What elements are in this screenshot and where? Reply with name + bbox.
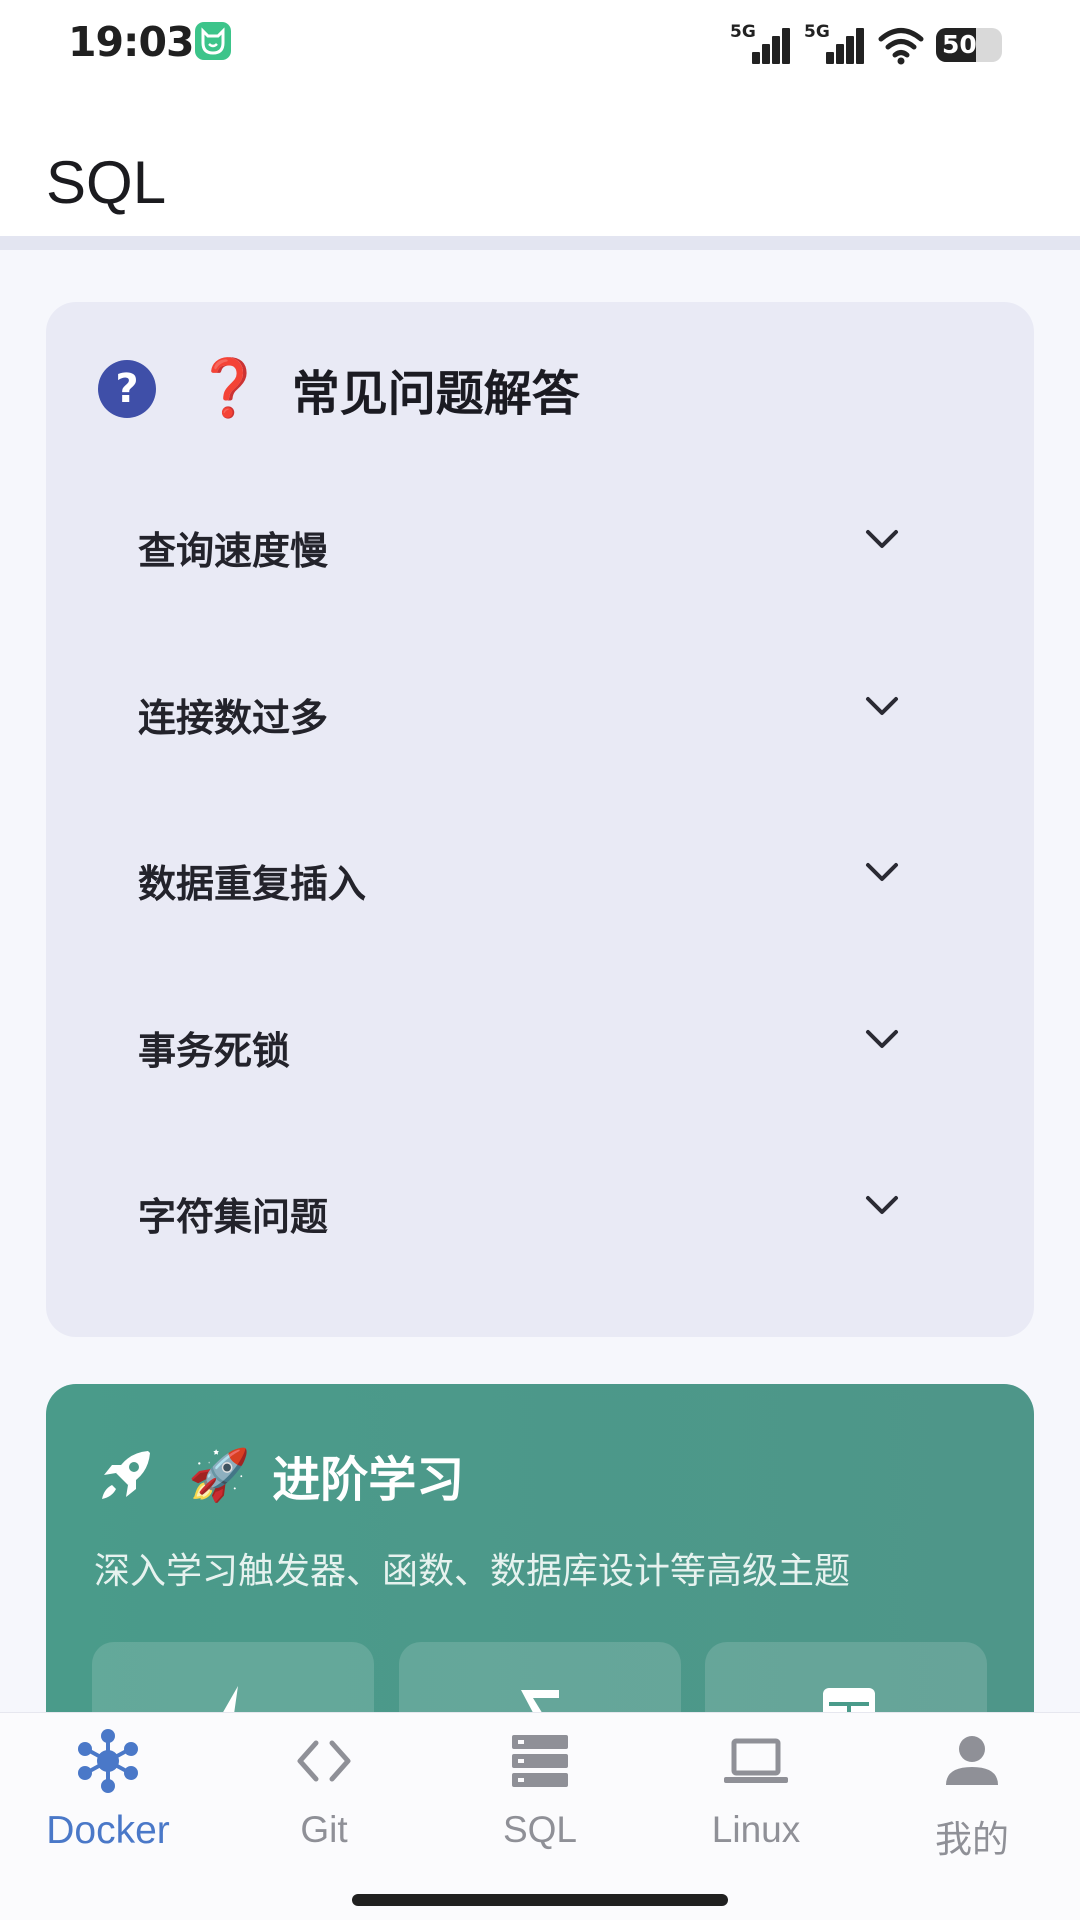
faq-item-label: 连接数过多	[138, 696, 329, 740]
battery-icon: 50	[936, 28, 1002, 62]
faq-item-label: 事务死锁	[138, 1029, 291, 1073]
signal-label: 5G	[730, 22, 756, 42]
advanced-title: 进阶学习	[272, 1452, 465, 1508]
faq-item-slow-query[interactable]: 查询速度慢	[46, 460, 1034, 626]
faq-item-deadlock[interactable]: 事务死锁	[46, 960, 1034, 1126]
signal-icon: 5G	[730, 22, 792, 66]
rocket-emoji: 🚀	[188, 1446, 251, 1504]
faq-item-charset[interactable]: 字符集问题	[46, 1126, 1034, 1292]
faq-item-label: 数据重复插入	[138, 862, 367, 906]
nav-label: Git	[300, 1809, 348, 1850]
nav-label: SQL	[502, 1809, 578, 1850]
faq-card: ? ❓ 常见问题解答 查询速度慢 连接数过多 数据重复插入 事务死锁 字符集问题	[46, 302, 1034, 1337]
faq-item-too-many-connections[interactable]: 连接数过多	[46, 627, 1034, 793]
faq-item-duplicate-insert[interactable]: 数据重复插入	[46, 793, 1034, 959]
signal-icon: 5G	[804, 22, 866, 66]
advanced-header: 🚀 进阶学习	[96, 1440, 464, 1510]
nav-label: 我的	[935, 1819, 1009, 1860]
nav-item-docker[interactable]: Docker	[0, 1713, 216, 1883]
network-hub-icon	[78, 1729, 138, 1793]
question-mark-emoji: ❓	[194, 356, 264, 421]
screen: 19:03 5G 5G 50 SQL ? ❓ 常见问题解答 查询速度慢 连接数过…	[0, 0, 1080, 1920]
app-notification-icon	[195, 22, 231, 60]
nav-item-linux[interactable]: Linux	[648, 1713, 864, 1883]
home-indicator[interactable]	[352, 1894, 728, 1906]
app-bar: SQL	[0, 90, 1080, 250]
nav-item-sql[interactable]: SQL	[432, 1713, 648, 1883]
code-brackets-icon	[297, 1740, 351, 1782]
help-circle-icon: ?	[98, 360, 156, 418]
advanced-description: 深入学习触发器、函数、数据库设计等高级主题	[94, 1551, 851, 1592]
chevron-down-icon	[866, 863, 898, 881]
page-title: SQL	[46, 149, 167, 216]
status-bar: 19:03 5G 5G 50	[0, 0, 1080, 90]
nav-label: Linux	[711, 1809, 801, 1850]
faq-header: ? ❓ 常见问题解答	[98, 354, 580, 424]
nav-item-git[interactable]: Git	[216, 1713, 432, 1883]
chevron-down-icon	[866, 1030, 898, 1048]
person-icon	[946, 1736, 998, 1785]
wifi-icon	[878, 28, 924, 65]
chevron-down-icon	[866, 530, 898, 548]
battery-level: 50	[942, 30, 977, 59]
nav-item-profile[interactable]: 我的	[864, 1713, 1080, 1883]
bottom-navigation: Docker Git SQL Linux 我的	[0, 1712, 1080, 1920]
faq-item-label: 字符集问题	[138, 1195, 329, 1239]
laptop-icon	[724, 1738, 788, 1783]
nav-label: Docker	[46, 1809, 170, 1852]
chevron-down-icon	[866, 1196, 898, 1214]
status-time: 19:03	[68, 18, 195, 66]
chevron-down-icon	[866, 697, 898, 715]
faq-item-label: 查询速度慢	[138, 529, 329, 573]
faq-title: 常见问题解答	[291, 366, 580, 422]
signal-label: 5G	[804, 22, 830, 42]
storage-icon	[512, 1735, 568, 1787]
status-icons: 5G 5G 50	[730, 16, 1002, 66]
rocket-icon	[102, 1451, 150, 1499]
